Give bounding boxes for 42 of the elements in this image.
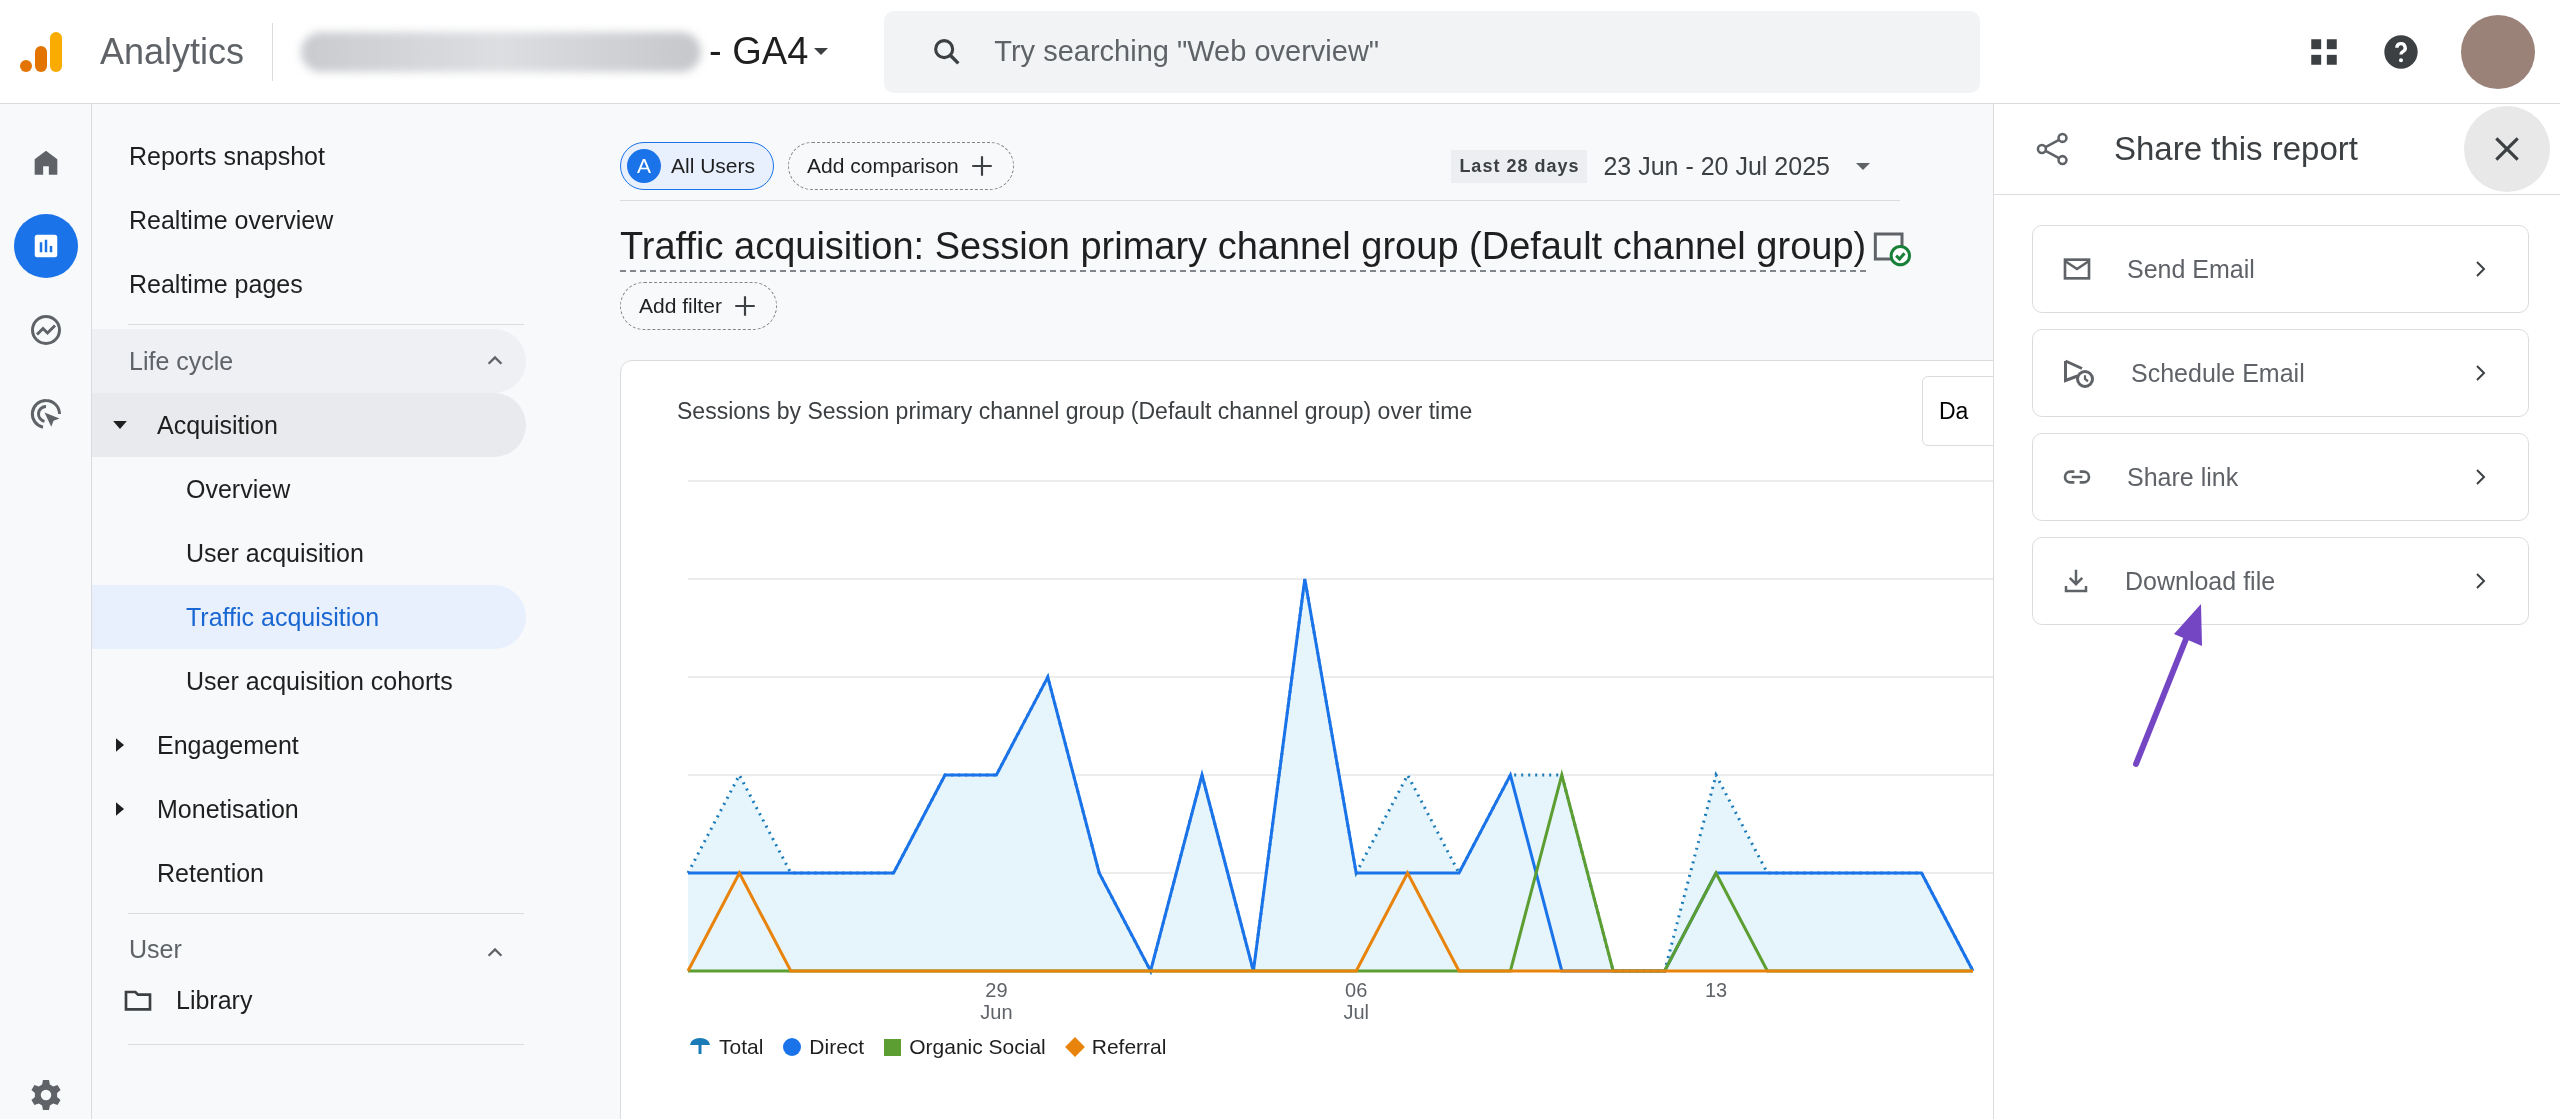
share-option[interactable]: Send Email <box>2032 225 2529 313</box>
legend-label: Referral <box>1091 1035 1167 1059</box>
share-option[interactable]: Download file <box>2032 537 2529 625</box>
nav-item[interactable]: Traffic acquisition <box>92 585 526 649</box>
nav-item[interactable]: User acquisition <box>92 521 526 585</box>
dimension-button[interactable]: Da <box>1922 376 1993 446</box>
date-range-picker[interactable]: 23 Jun - 20 Jul 2025 <box>1603 151 1870 181</box>
nav-item[interactable]: Acquisition <box>92 393 526 457</box>
library-item[interactable]: Library <box>92 964 526 1036</box>
caret-right-icon <box>116 802 124 816</box>
axis-label: 13 <box>1704 979 1728 1001</box>
nav-item[interactable]: Retention <box>92 841 526 905</box>
panel-title: Share this report <box>2114 130 2358 168</box>
nav-item[interactable]: Realtime pages <box>92 252 526 316</box>
axis-label: Jul <box>1343 1001 1369 1023</box>
legend-label: Direct <box>809 1035 865 1059</box>
legend-label: Organic Social <box>909 1035 1046 1059</box>
legend-label: Total <box>719 1035 764 1059</box>
axis-label: Jun <box>980 1001 1013 1023</box>
axis-label: 29 <box>985 979 1008 1001</box>
share-option[interactable]: Schedule Email <box>2032 329 2529 417</box>
caret-right-icon <box>116 738 124 752</box>
share-option[interactable]: Share link <box>2032 433 2529 521</box>
date-preset-label: Last 28 days <box>1451 149 1588 183</box>
caret-icon <box>814 48 829 55</box>
report-title: Traffic acquisition: Session primary channel group (Default channel group) <box>620 225 1867 272</box>
nav-item[interactable]: Engagement <box>92 713 526 777</box>
caret-icon <box>1856 162 1870 170</box>
caret-down-icon <box>113 421 127 429</box>
nav-section-header[interactable]: User <box>92 918 526 964</box>
segment-chip[interactable]: A All Users <box>620 142 774 190</box>
nav-item[interactable]: Realtime overview <box>92 188 526 252</box>
chart-title: Sessions by Session primary channel group (Default channel group) over time <box>677 397 1473 425</box>
nav-item[interactable]: Reports snapshot <box>92 124 526 188</box>
nav-item[interactable]: Monetisation <box>92 777 526 841</box>
nav-item[interactable]: Overview <box>92 457 526 521</box>
nav-item[interactable]: User acquisition cohorts <box>92 649 526 713</box>
search-field[interactable]: Try searching "Web overview" <box>884 10 1981 93</box>
app-name: Analytics <box>100 30 245 73</box>
property-selector[interactable]: - GA4 <box>709 30 829 73</box>
axis-label: 06 <box>1345 979 1368 1001</box>
nav-section-header[interactable]: Life cycle <box>92 329 526 393</box>
